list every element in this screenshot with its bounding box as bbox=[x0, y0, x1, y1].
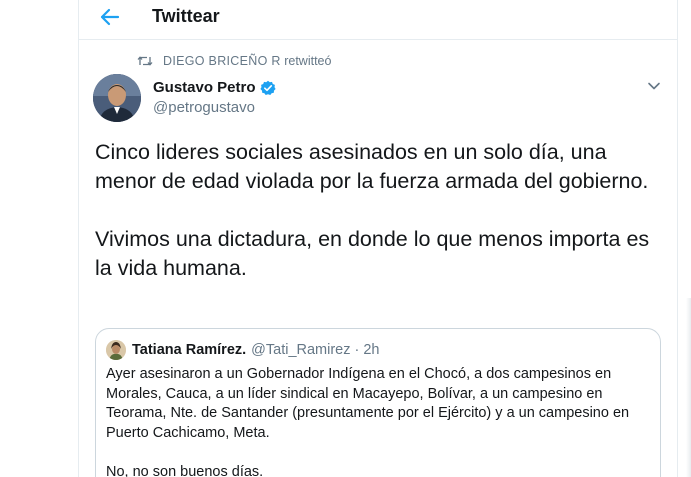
retweet-context: DIEGO BRICEÑO R retwitteó bbox=[137, 53, 331, 69]
quoted-timestamp: 2h bbox=[363, 342, 380, 358]
author-avatar[interactable] bbox=[93, 74, 141, 122]
back-button[interactable] bbox=[95, 4, 125, 30]
retweet-icon bbox=[137, 54, 153, 68]
author-name-row[interactable]: Gustavo Petro bbox=[153, 79, 276, 96]
tweet-column: Twittear DIEGO BRICEÑO R retwitteó Gusta… bbox=[78, 0, 678, 477]
quoted-author-avatar bbox=[106, 340, 126, 360]
scroll-edge-shadow bbox=[686, 298, 691, 477]
quoted-author-handle: @Tati_Ramirez bbox=[251, 342, 351, 358]
author-handle[interactable]: @petrogustavo bbox=[153, 99, 255, 116]
verified-badge-icon bbox=[259, 80, 276, 96]
author-name[interactable]: Gustavo Petro bbox=[153, 79, 256, 96]
chevron-down-icon bbox=[648, 82, 660, 90]
page-title: Twittear bbox=[152, 6, 220, 26]
quoted-tweet-header: Tatiana Ramírez. @Tati_Ramirez · 2h bbox=[106, 340, 379, 360]
more-options-button[interactable] bbox=[646, 78, 662, 94]
quoted-tweet[interactable]: Tatiana Ramírez. @Tati_Ramirez · 2h Ayer… bbox=[95, 328, 661, 477]
quoted-tweet-text: Ayer asesinaron a un Gobernador Indígena… bbox=[106, 366, 630, 477]
retweeter-name[interactable]: DIEGO BRICEÑO R bbox=[163, 54, 281, 68]
page-header: Twittear bbox=[79, 0, 677, 40]
arrow-left-icon bbox=[100, 8, 120, 26]
tweet-text: Cinco lideres sociales asesinados en un … bbox=[95, 140, 650, 280]
quoted-separator: · bbox=[354, 342, 360, 358]
quoted-author-name: Tatiana Ramírez. bbox=[132, 342, 247, 358]
retweet-action-label: retwitteó bbox=[284, 54, 332, 68]
